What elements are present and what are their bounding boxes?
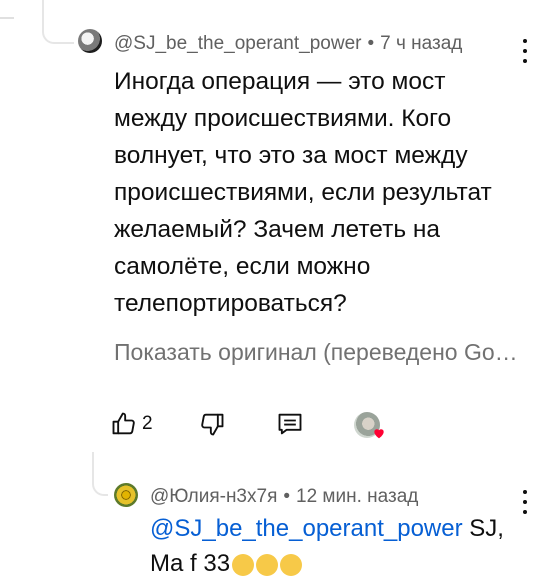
reply-thread-connector xyxy=(92,452,108,496)
emoji-icon xyxy=(256,553,279,576)
reply-text: @SJ_be_the_operant_power SJ, xyxy=(150,515,504,543)
dislike-button[interactable] xyxy=(198,410,226,438)
thread-connector xyxy=(42,0,74,44)
meta-separator: • xyxy=(367,33,375,54)
show-original-link[interactable]: Показать оригинал (переведено Go… xyxy=(114,339,560,366)
reply-button[interactable] xyxy=(276,410,304,438)
thread-connector-top xyxy=(0,17,14,19)
emoji-icon xyxy=(280,553,303,576)
reply-time[interactable]: 12 мин. назад xyxy=(296,486,418,507)
reply-text-after-mention: SJ, xyxy=(462,515,504,542)
creator-heart xyxy=(354,412,384,439)
reply-line2-text: Ma f 33 xyxy=(150,550,231,577)
like-button[interactable]: 2 xyxy=(110,410,153,438)
comment-text: Иногда операция — это мост между происше… xyxy=(114,68,492,317)
reply-avatar[interactable] xyxy=(114,483,138,507)
comment-meta: @SJ_be_the_operant_power • 7 ч назад xyxy=(114,33,462,55)
reply-author[interactable]: @Юлия-н3х7я xyxy=(150,486,277,507)
more-vert-icon[interactable] xyxy=(521,39,529,63)
thumbs-up-icon xyxy=(112,412,135,435)
creator-heart-icon xyxy=(374,429,384,439)
comment-author[interactable]: @SJ_be_the_operant_power xyxy=(114,33,361,54)
thumbs-down-icon xyxy=(201,413,224,436)
emoji-icon xyxy=(232,553,255,576)
avatar[interactable] xyxy=(78,29,102,53)
reply-meta: @Юлия-н3х7я • 12 мин. назад xyxy=(150,486,418,508)
like-count: 2 xyxy=(142,413,153,434)
reply-icon xyxy=(278,413,302,435)
reply-text-line2: Ma f 33 xyxy=(150,550,303,578)
comment-time[interactable]: 7 ч назад xyxy=(380,33,462,54)
reply-mention-link[interactable]: @SJ_be_the_operant_power xyxy=(150,515,463,542)
reply-meta-separator: • xyxy=(283,486,291,507)
reply-more-vert-icon[interactable] xyxy=(521,490,529,514)
